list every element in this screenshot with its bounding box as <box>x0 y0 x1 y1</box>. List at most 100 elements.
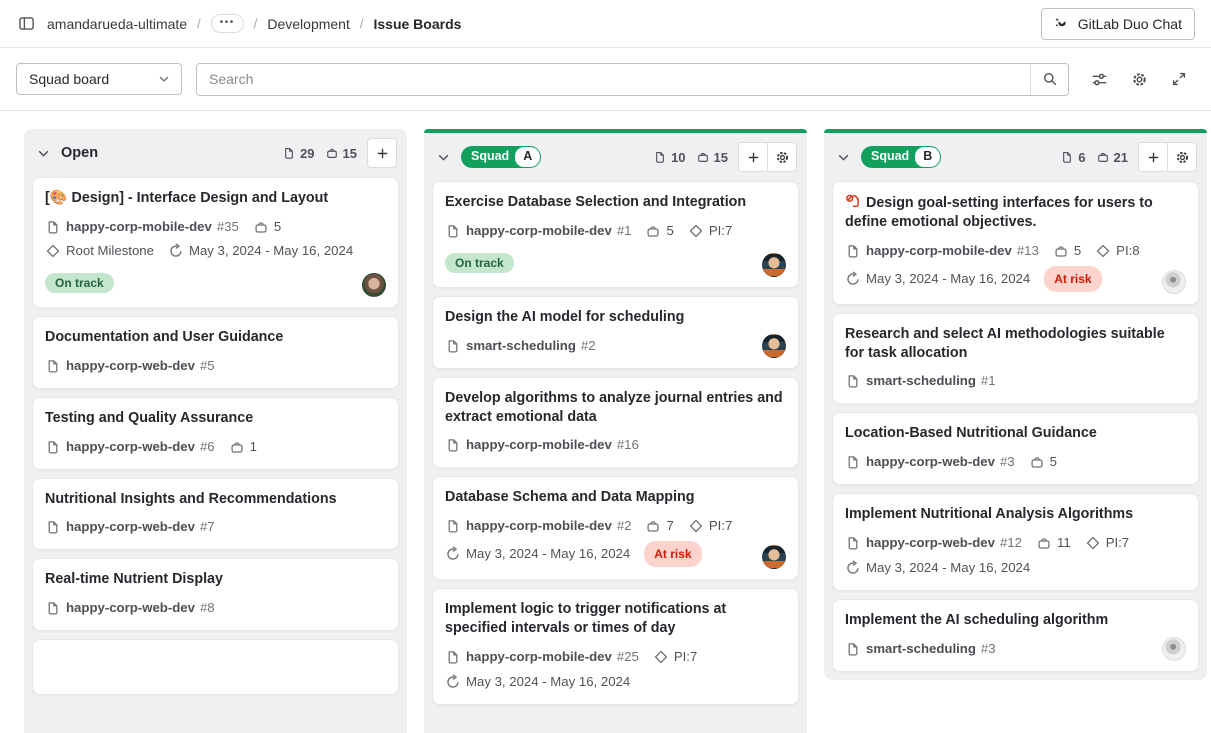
assignee-avatar[interactable] <box>762 334 786 358</box>
list-settings-button[interactable] <box>1167 142 1197 172</box>
issue-ref-id: #3 <box>981 639 996 659</box>
search-input[interactable] <box>197 64 1030 95</box>
issue-card[interactable]: Location-Based Nutritional Guidance happ… <box>832 412 1199 485</box>
chevron-down-icon <box>36 146 51 161</box>
collapse-column-button[interactable] <box>834 148 853 167</box>
issue-weight: 1 <box>229 437 257 457</box>
board-column-squad-a: SquadA 10 15 Exercise Database Selection… <box>424 129 807 733</box>
sidebar-toggle-button[interactable] <box>16 13 37 34</box>
assignee-avatar[interactable] <box>1162 637 1186 661</box>
issue-meta: May 3, 2024 - May 16, 2024 At risk <box>845 266 1186 292</box>
column-header: SquadB 6 21 <box>824 133 1207 181</box>
issue-meta: happy-corp-web-dev#3 5 <box>845 452 1186 472</box>
status-badge: On track <box>445 253 514 273</box>
issue-reference: happy-corp-web-dev#3 <box>845 452 1015 472</box>
fullscreen-button[interactable] <box>1163 63 1195 95</box>
breadcrumb-group[interactable]: Development <box>267 16 350 32</box>
column-scoped-label[interactable]: SquadA <box>461 146 541 168</box>
issue-card[interactable]: Research and select AI methodologies sui… <box>832 313 1199 405</box>
add-issue-button[interactable] <box>738 142 768 172</box>
board-column-open: Open 29 15 [🎨 Design] - Interface Design… <box>24 129 407 733</box>
collapse-column-button[interactable] <box>434 148 453 167</box>
issue-icon <box>45 219 61 235</box>
issue-card[interactable]: Implement the AI scheduling algorithm sm… <box>832 599 1199 672</box>
issue-card[interactable]: Database Schema and Data Mapping happy-c… <box>432 476 799 580</box>
iteration-value: May 3, 2024 - May 16, 2024 <box>866 558 1030 578</box>
issue-card[interactable]: Design the AI model for scheduling smart… <box>432 296 799 369</box>
issue-ref-path: happy-corp-web-dev <box>66 356 195 376</box>
weight-count: 15 <box>325 146 357 161</box>
issue-iteration: May 3, 2024 - May 16, 2024 <box>845 269 1030 289</box>
issue-meta: happy-corp-mobile-dev#2 7 PI:7 <box>445 516 786 536</box>
board-select-dropdown[interactable]: Squad board <box>16 63 182 95</box>
issue-card[interactable]: Nutritional Insights and Recommendations… <box>32 478 399 551</box>
assignee-avatar[interactable] <box>762 253 786 277</box>
issue-card[interactable]: Documentation and User Guidance happy-co… <box>32 316 399 389</box>
board-settings-button[interactable] <box>1123 63 1155 95</box>
issue-card[interactable]: Real-time Nutrient Display happy-corp-we… <box>32 558 399 631</box>
assignee-avatar[interactable] <box>362 273 386 297</box>
issue-iteration: May 3, 2024 - May 16, 2024 <box>845 558 1030 578</box>
milestone-value: PI:7 <box>1106 533 1129 553</box>
issue-ref-id: #7 <box>200 517 215 537</box>
issue-ref-path: happy-corp-web-dev <box>66 517 195 537</box>
issue-weight: 5 <box>1053 241 1081 261</box>
milestone-icon <box>1085 535 1101 551</box>
issue-meta: smart-scheduling#1 <box>845 371 1186 391</box>
issue-count-value: 10 <box>671 150 685 165</box>
issue-card[interactable]: Develop algorithms to analyze journal en… <box>432 377 799 469</box>
status-badge: At risk <box>1044 266 1101 292</box>
breadcrumb: amandarueda-ultimate / ••• / Development… <box>16 13 461 34</box>
weight-value: 5 <box>274 217 281 237</box>
issue-meta: happy-corp-mobile-dev#16 <box>445 435 786 455</box>
iteration-value: May 3, 2024 - May 16, 2024 <box>466 672 630 692</box>
issue-icon <box>45 519 61 535</box>
issue-reference: happy-corp-mobile-dev#16 <box>445 435 639 455</box>
filter-sliders-button[interactable] <box>1083 63 1115 95</box>
issue-ref-id: #16 <box>617 435 639 455</box>
collapse-column-button[interactable] <box>34 144 53 163</box>
issue-card[interactable]: [🎨 Design] - Interface Design and Layout… <box>32 177 399 308</box>
breadcrumb-project[interactable]: amandarueda-ultimate <box>47 16 187 32</box>
breadcrumb-separator: / <box>197 16 201 31</box>
breadcrumb-ellipsis-button[interactable]: ••• <box>211 14 244 33</box>
issue-weight: 5 <box>645 221 673 241</box>
issue-ref-id: #1 <box>981 371 996 391</box>
add-issue-button[interactable] <box>367 138 397 168</box>
sidebar-toggle-icon <box>18 15 35 32</box>
toolbar-actions <box>1083 63 1195 95</box>
plus-icon <box>1146 150 1161 165</box>
issue-ref-path: happy-corp-web-dev <box>66 598 195 618</box>
duo-chat-button[interactable]: GitLab Duo Chat <box>1041 8 1195 40</box>
issue-card[interactable]: Implement logic to trigger notifications… <box>432 588 799 705</box>
issue-ref-id: #25 <box>617 647 639 667</box>
issue-card[interactable]: Exercise Database Selection and Integrat… <box>432 181 799 288</box>
issue-card[interactable]: Design goal-setting interfaces for users… <box>832 181 1199 305</box>
issue-ref-path: happy-corp-mobile-dev <box>466 647 612 667</box>
issue-card-partial[interactable] <box>32 639 399 695</box>
column-scoped-label[interactable]: SquadB <box>861 146 941 168</box>
card-list: Design goal-setting interfaces for users… <box>824 181 1207 680</box>
issue-icon <box>445 518 461 534</box>
issue-card[interactable]: Implement Nutritional Analysis Algorithm… <box>832 493 1199 591</box>
weight-count: 21 <box>1096 150 1128 165</box>
column-counts: 10 15 <box>653 150 728 165</box>
search-button[interactable] <box>1030 64 1068 95</box>
issue-ref-path: smart-scheduling <box>866 371 976 391</box>
issue-card[interactable]: Testing and Quality Assurance happy-corp… <box>32 397 399 470</box>
issue-meta: happy-corp-mobile-dev#35 5 <box>45 217 386 237</box>
weight-value: 11 <box>1057 533 1071 553</box>
weight-value: 5 <box>1050 452 1057 472</box>
list-settings-button[interactable] <box>767 142 797 172</box>
issue-ref-path: happy-corp-web-dev <box>866 533 995 553</box>
weight-count: 15 <box>696 150 728 165</box>
milestone-icon <box>45 243 61 259</box>
assignee-avatar[interactable] <box>1162 270 1186 294</box>
issue-count-value: 29 <box>300 146 314 161</box>
issue-title: Research and select AI methodologies sui… <box>845 325 1186 363</box>
issue-milestone: PI:7 <box>688 221 732 241</box>
add-issue-button[interactable] <box>1138 142 1168 172</box>
issue-count: 6 <box>1060 150 1085 165</box>
issue-ref-id: #6 <box>200 437 215 457</box>
weight-icon <box>253 219 269 235</box>
